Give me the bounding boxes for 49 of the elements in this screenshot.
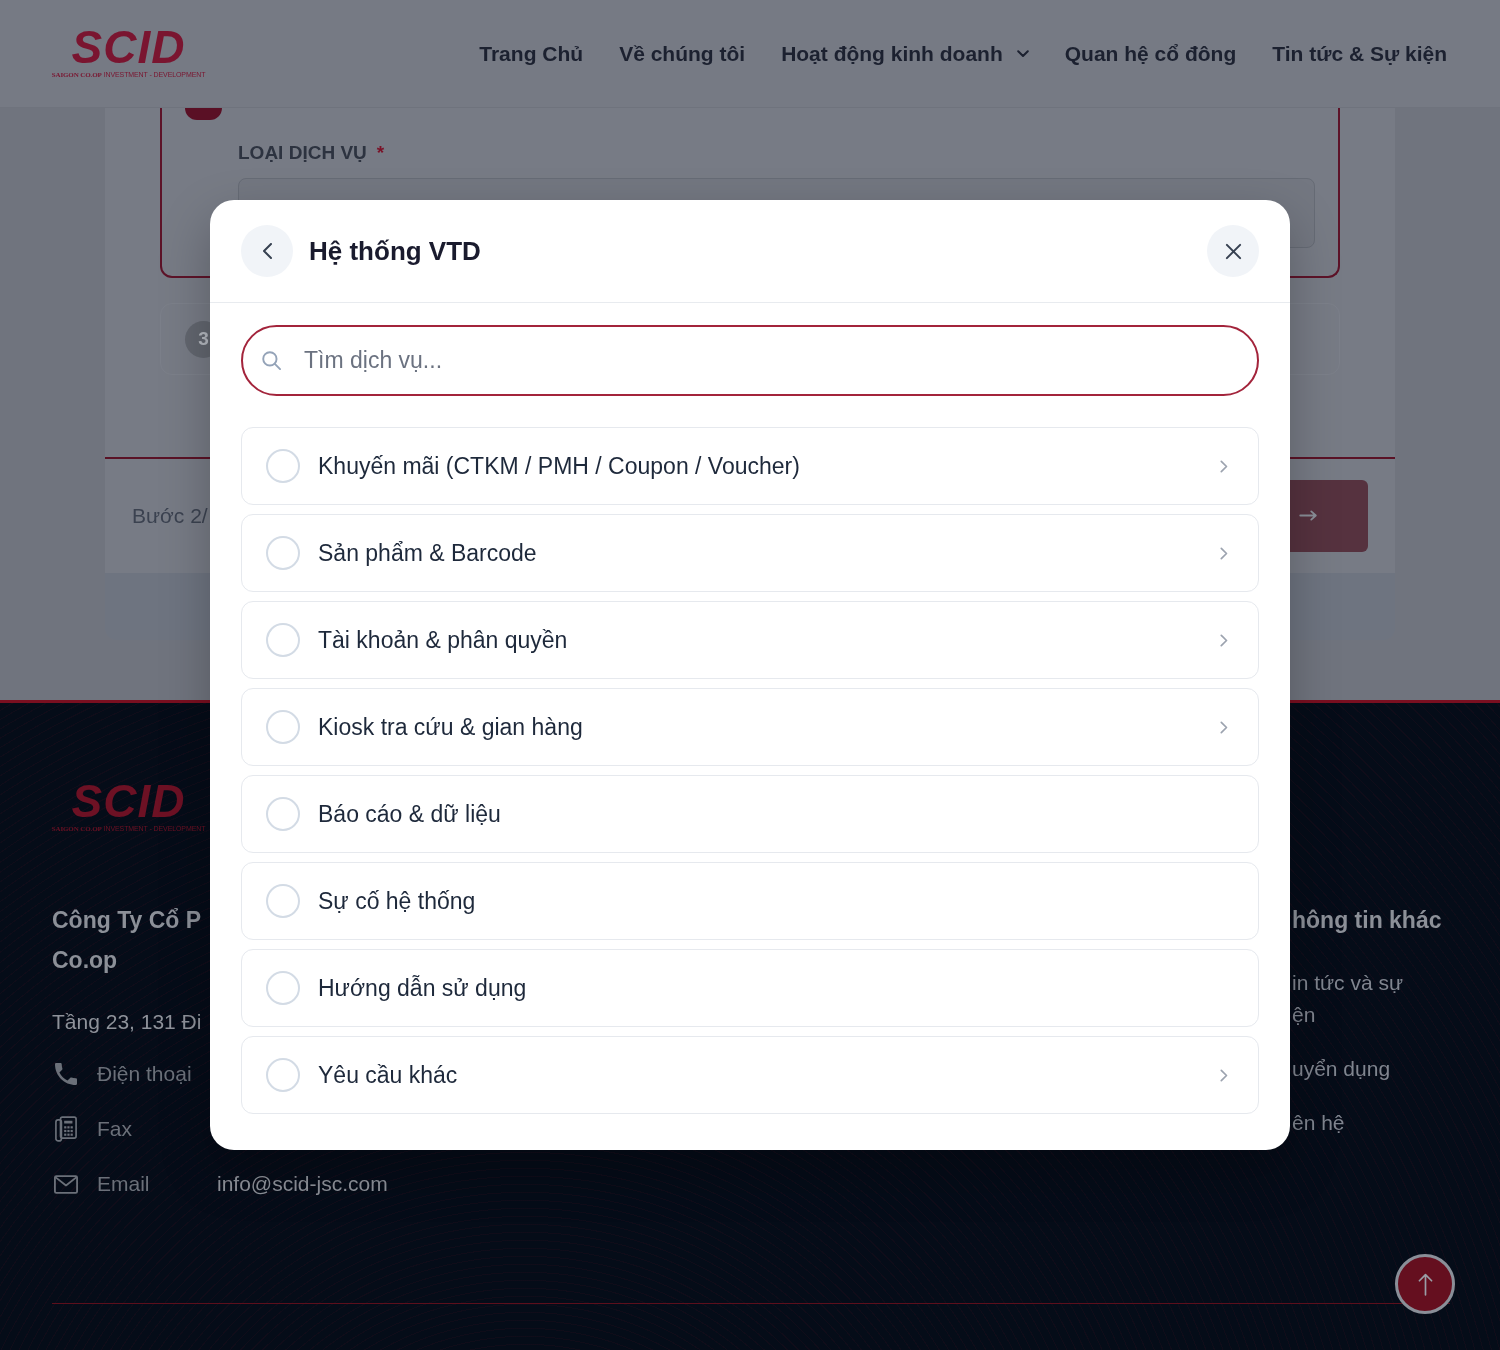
logo-wordmark: SCID — [71, 27, 186, 67]
search-icon — [262, 351, 281, 370]
step-indicator-icon — [185, 108, 222, 120]
logo-wordmark: SCID — [71, 781, 186, 821]
contact-value: info@scid-jsc.com — [217, 1172, 388, 1196]
phone-icon — [55, 1063, 77, 1085]
radio-button[interactable] — [266, 797, 300, 831]
service-option[interactable]: Khuyến mãi (CTKM / PMH / Coupon / Voucher) — [241, 427, 1259, 505]
contact-label: Email — [97, 1172, 151, 1196]
service-option[interactable]: Sự cố hệ thống — [241, 862, 1259, 940]
nav-link[interactable]: Tin tức & Sự kiện — [1272, 41, 1447, 66]
envelope-icon — [54, 1174, 78, 1194]
footer-link[interactable]: uyển dụng — [1292, 1053, 1450, 1085]
arrow-up-icon — [1417, 1272, 1433, 1296]
footer-link[interactable]: in tức và sự ện — [1292, 967, 1450, 1031]
service-option[interactable]: Hướng dẫn sử dụng — [241, 949, 1259, 1027]
footer-heading: hông tin khác — [1292, 906, 1443, 935]
contact-label: Fax — [97, 1117, 133, 1141]
service-option[interactable]: Yêu cầu khác — [241, 1036, 1259, 1114]
contact-label: Điện thoại — [97, 1062, 193, 1086]
nav-link[interactable]: Trang Chủ — [479, 41, 584, 66]
modal-title: Hệ thống VTD — [309, 235, 481, 267]
radio-button[interactable] — [266, 884, 300, 918]
service-option[interactable]: Tài khoản & phân quyền — [241, 601, 1259, 679]
field-label: LOẠI DỊCH VỤ — [238, 143, 367, 163]
back-button[interactable] — [241, 225, 293, 277]
radio-button[interactable] — [266, 710, 300, 744]
service-option[interactable]: Kiosk tra cứu & gian hàng — [241, 688, 1259, 766]
step-progress-text: Bước 2/ — [132, 503, 208, 528]
search-field[interactable]: Tìm dịch vụ... — [241, 325, 1259, 396]
chevron-left-icon — [262, 243, 272, 259]
service-option[interactable]: Báo cáo & dữ liệu — [241, 775, 1259, 853]
nav-link[interactable]: Hoạt động kinh doanh — [781, 41, 1029, 66]
close-button[interactable] — [1207, 225, 1259, 277]
radio-button[interactable] — [266, 536, 300, 570]
radio-button[interactable] — [266, 971, 300, 1005]
footer-link[interactable]: ên hệ — [1292, 1107, 1450, 1139]
required-mark: * — [376, 143, 385, 163]
company-name: Công Ty Cổ P Co.op — [52, 906, 203, 975]
service-option[interactable]: Sản phẩm & Barcode — [241, 514, 1259, 592]
radio-button[interactable] — [266, 1058, 300, 1092]
arrow-right-icon — [1299, 510, 1318, 521]
fax-icon — [55, 1116, 77, 1142]
close-icon — [1224, 242, 1242, 260]
nav-link[interactable]: Về chúng tôi — [619, 41, 746, 66]
radio-button[interactable] — [266, 449, 300, 483]
address-text: Tầng 23, 131 Đi — [52, 1010, 203, 1034]
radio-button[interactable] — [266, 623, 300, 657]
nav-link[interactable]: Quan hệ cổ đông — [1064, 41, 1237, 66]
